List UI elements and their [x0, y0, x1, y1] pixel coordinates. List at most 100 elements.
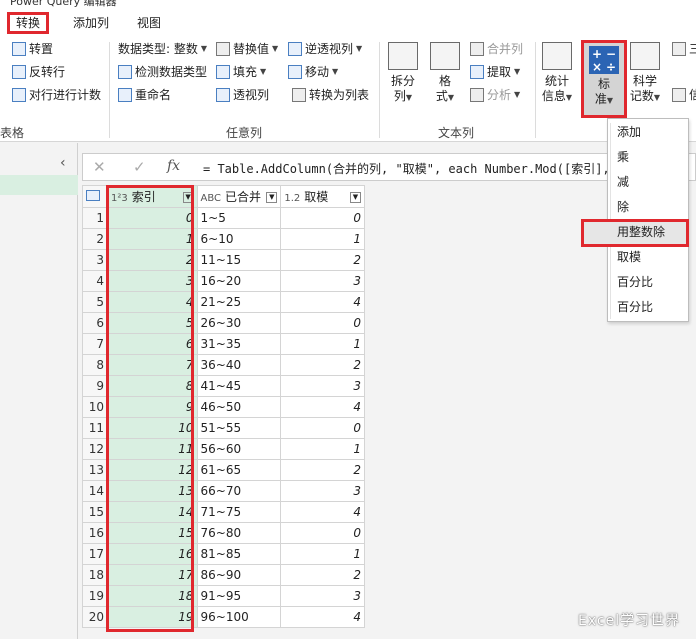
collapse-pane-icon[interactable]: ‹	[60, 155, 66, 171]
replace-values-button[interactable]: 替换值 ▼	[216, 40, 278, 58]
cell-merged[interactable]: 11~15	[196, 249, 282, 271]
cell-index[interactable]: 15	[106, 522, 198, 544]
cell-index[interactable]: 16	[106, 543, 198, 565]
cell-index[interactable]: 13	[106, 480, 198, 502]
detect-type-button[interactable]: 检测数据类型	[118, 63, 207, 81]
cell-index[interactable]: 14	[106, 501, 198, 523]
data-type-dropdown[interactable]: 数据类型: 整数 ▼	[118, 40, 207, 58]
count-rows-button[interactable]: 对行进行计数	[12, 86, 101, 104]
menu-item[interactable]: 用整数除	[617, 222, 665, 242]
table-row[interactable]: 6 5 26~30 0	[82, 312, 365, 334]
formula-input[interactable]: = Table.AddColumn(合并的列, "取模", each Numbe…	[203, 160, 610, 177]
table-row[interactable]: 7 6 31~35 1	[82, 333, 365, 355]
table-row[interactable]: 18 17 86~90 2	[82, 564, 365, 586]
cell-index[interactable]: 19	[106, 606, 198, 628]
confirm-formula-icon[interactable]: ✓	[133, 158, 146, 176]
cell-mod[interactable]: 0	[280, 312, 365, 334]
transpose-button[interactable]: 转置	[12, 40, 53, 58]
cell-index[interactable]: 11	[106, 438, 198, 460]
menu-item[interactable]: 乘	[617, 147, 629, 167]
cell-mod[interactable]: 1	[280, 228, 365, 250]
table-row[interactable]: 13 12 61~65 2	[82, 459, 365, 481]
cell-mod[interactable]: 4	[280, 291, 365, 313]
table-row[interactable]: 1 0 1~5 0	[82, 207, 365, 229]
information-button[interactable]: 信	[672, 86, 696, 104]
cell-index[interactable]: 5	[106, 312, 198, 334]
menu-item[interactable]: 取模	[617, 247, 641, 267]
cell-index[interactable]: 18	[106, 585, 198, 607]
move-button[interactable]: 移动 ▼	[288, 63, 338, 81]
cell-merged[interactable]: 76~80	[196, 522, 282, 544]
table-row[interactable]: 5 4 21~25 4	[82, 291, 365, 313]
cell-index[interactable]: 6	[106, 333, 198, 355]
cell-index[interactable]: 12	[106, 459, 198, 481]
tab-add-column[interactable]: 添加列	[67, 12, 115, 34]
split-column-button[interactable]: 拆分 列▼	[386, 42, 420, 105]
column-header-mod[interactable]: 1.2 取模 ▼	[280, 185, 365, 208]
filter-dropdown-icon[interactable]: ▼	[350, 192, 361, 203]
menu-item[interactable]: 减	[617, 172, 629, 192]
cell-index[interactable]: 7	[106, 354, 198, 376]
cell-merged[interactable]: 81~85	[196, 543, 282, 565]
cell-merged[interactable]: 46~50	[196, 396, 282, 418]
table-row[interactable]: 17 16 81~85 1	[82, 543, 365, 565]
cell-mod[interactable]: 4	[280, 396, 365, 418]
cell-mod[interactable]: 4	[280, 606, 365, 628]
cell-merged[interactable]: 6~10	[196, 228, 282, 250]
menu-item[interactable]: 百分比	[617, 297, 653, 317]
table-row[interactable]: 10 9 46~50 4	[82, 396, 365, 418]
standard-button[interactable]: + − × ÷ 标 准▼	[581, 40, 627, 118]
cell-index[interactable]: 3	[106, 270, 198, 292]
cell-merged[interactable]: 36~40	[196, 354, 282, 376]
cell-merged[interactable]: 26~30	[196, 312, 282, 334]
cell-mod[interactable]: 3	[280, 480, 365, 502]
cell-mod[interactable]: 2	[280, 354, 365, 376]
cell-mod[interactable]: 4	[280, 501, 365, 523]
table-menu-icon[interactable]	[82, 185, 108, 208]
pivot-column-button[interactable]: 透视列	[216, 86, 269, 104]
selected-query[interactable]	[0, 175, 78, 195]
menu-item[interactable]: 除	[617, 197, 629, 217]
menu-item[interactable]: 添加	[617, 122, 641, 142]
cell-mod[interactable]: 3	[280, 375, 365, 397]
table-row[interactable]: 15 14 71~75 4	[82, 501, 365, 523]
fill-button[interactable]: 填充 ▼	[216, 63, 266, 81]
cancel-formula-icon[interactable]: ✕	[93, 158, 106, 176]
column-header-merged[interactable]: ABC 已合并 ▼	[196, 185, 282, 208]
fx-icon[interactable]: fx	[167, 158, 180, 174]
cell-merged[interactable]: 51~55	[196, 417, 282, 439]
cell-merged[interactable]: 86~90	[196, 564, 282, 586]
cell-merged[interactable]: 41~45	[196, 375, 282, 397]
merge-columns-button[interactable]: 合并列	[470, 40, 523, 58]
table-row[interactable]: 16 15 76~80 0	[82, 522, 365, 544]
cell-index[interactable]: 1	[106, 228, 198, 250]
trigonometry-button[interactable]: 三	[672, 40, 696, 58]
cell-merged[interactable]: 71~75	[196, 501, 282, 523]
cell-mod[interactable]: 3	[280, 270, 365, 292]
scientific-button[interactable]: 科学 记数▼	[628, 42, 662, 105]
table-row[interactable]: 9 8 41~45 3	[82, 375, 365, 397]
cell-mod[interactable]: 0	[280, 522, 365, 544]
cell-merged[interactable]: 16~20	[196, 270, 282, 292]
column-header-index[interactable]: 1²3 索引 ▼	[106, 185, 198, 208]
rename-button[interactable]: 重命名	[118, 86, 171, 104]
parse-button[interactable]: 分析 ▼	[470, 86, 520, 104]
table-row[interactable]: 14 13 66~70 3	[82, 480, 365, 502]
table-row[interactable]: 11 10 51~55 0	[82, 417, 365, 439]
cell-index[interactable]: 9	[106, 396, 198, 418]
cell-merged[interactable]: 31~35	[196, 333, 282, 355]
table-row[interactable]: 19 18 91~95 3	[82, 585, 365, 607]
table-row[interactable]: 2 1 6~10 1	[82, 228, 365, 250]
cell-merged[interactable]: 1~5	[196, 207, 282, 229]
cell-merged[interactable]: 66~70	[196, 480, 282, 502]
cell-index[interactable]: 17	[106, 564, 198, 586]
table-row[interactable]: 3 2 11~15 2	[82, 249, 365, 271]
table-row[interactable]: 12 11 56~60 1	[82, 438, 365, 460]
statistics-button[interactable]: 统计 信息▼	[540, 42, 574, 105]
cell-mod[interactable]: 1	[280, 438, 365, 460]
cell-index[interactable]: 0	[106, 207, 198, 229]
cell-mod[interactable]: 0	[280, 207, 365, 229]
table-row[interactable]: 20 19 96~100 4	[82, 606, 365, 628]
cell-mod[interactable]: 2	[280, 459, 365, 481]
cell-merged[interactable]: 56~60	[196, 438, 282, 460]
